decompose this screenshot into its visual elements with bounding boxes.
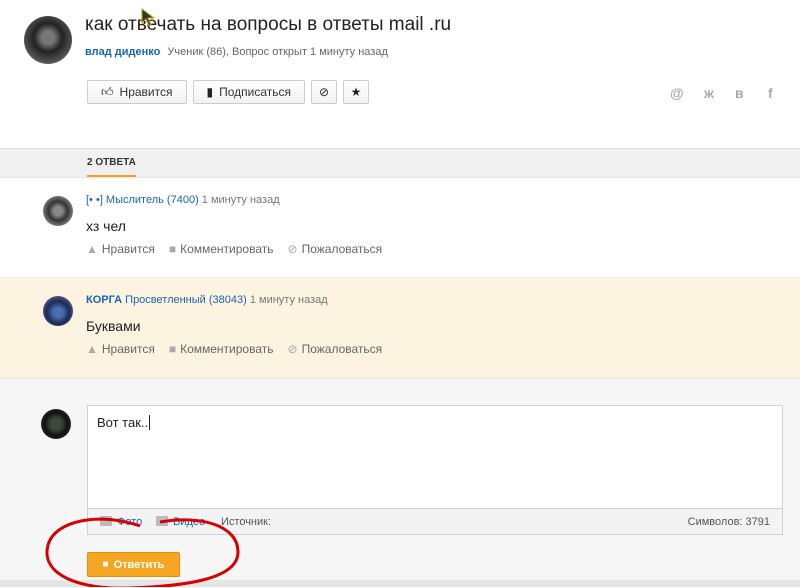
text-caret xyxy=(149,415,151,430)
answer-avatar[interactable] xyxy=(43,296,73,326)
thumbs-up-icon: ▲ xyxy=(86,242,98,256)
question-header: как отвечать на вопросы в ответы mail .r… xyxy=(0,0,800,148)
answer-meta: КОРГА Просветленный (38043) 1 минуту наз… xyxy=(86,294,328,306)
comment-icon: ■ xyxy=(102,559,109,570)
question-meta-text: Ученик (86), Вопрос открыт 1 минуту наза… xyxy=(167,46,388,58)
submit-label: Ответить xyxy=(113,558,165,571)
answer-time: 1 минуту назад xyxy=(249,294,328,306)
answer-comment-label: Комментировать xyxy=(180,242,274,256)
answer-avatar[interactable] xyxy=(43,196,73,226)
answers-tabbar: 2 ОТВЕТА xyxy=(0,148,800,177)
subscribe-button[interactable]: ▮ Подписаться xyxy=(192,80,306,104)
facebook-icon[interactable]: f xyxy=(768,85,773,101)
favorite-button[interactable]: ★ xyxy=(343,80,370,104)
answer-actions: ▲ Нравится ■ Комментировать ⊘ Пожаловаться xyxy=(86,342,382,356)
mouse-cursor-icon xyxy=(141,8,156,27)
answer-comment-label: Комментировать xyxy=(180,342,274,356)
like-label: Нравится xyxy=(119,85,173,99)
answer-report-button[interactable]: ⊘ Пожаловаться xyxy=(288,342,383,356)
reply-text-value: Вот так.. xyxy=(97,415,149,430)
page-bottom-strip xyxy=(0,580,800,587)
block-icon: ⊘ xyxy=(318,85,330,99)
photo-label: Фото xyxy=(117,516,143,528)
tab-answers[interactable]: 2 ОТВЕТА xyxy=(87,149,136,177)
report-icon: ⊘ xyxy=(287,242,298,256)
block-button[interactable]: ⊘ xyxy=(311,80,338,104)
odnoklassniki-icon[interactable]: ж xyxy=(704,85,714,101)
answer-like-button[interactable]: ▲ Нравится xyxy=(86,342,155,356)
thumbs-up-icon: 👍︎ xyxy=(101,84,114,99)
question-meta: влад диденко Ученик (86), Вопрос открыт … xyxy=(85,46,388,58)
answer-like-label: Нравится xyxy=(101,242,155,256)
photo-button[interactable]: Фото xyxy=(100,516,142,528)
answer-time: 1 минуту назад xyxy=(201,194,280,206)
star-icon: ★ xyxy=(350,85,362,99)
author-avatar[interactable] xyxy=(24,16,72,64)
answer-text: Буквами xyxy=(86,318,141,334)
answer-text: хз чел xyxy=(86,218,126,234)
submit-answer-button[interactable]: ■ Ответить xyxy=(87,552,180,577)
photo-icon xyxy=(100,516,112,526)
reply-form: Вот так.. Фото Видео Источник: Символов:… xyxy=(0,378,800,588)
reply-textarea[interactable]: Вот так.. xyxy=(87,405,783,509)
like-button[interactable]: 👍︎ Нравится xyxy=(87,80,187,104)
at-icon[interactable]: @ xyxy=(670,85,684,101)
bookmark-icon: ▮ xyxy=(206,85,214,99)
answer-comment-button[interactable]: ■ Комментировать xyxy=(169,342,274,356)
video-icon xyxy=(156,516,168,526)
video-label: Видео xyxy=(173,516,206,528)
video-button[interactable]: Видео xyxy=(156,516,205,528)
answer-report-label: Пожаловаться xyxy=(301,242,383,256)
subscribe-label: Подписаться xyxy=(219,85,292,99)
comment-icon: ■ xyxy=(168,242,177,256)
answer-like-button[interactable]: ▲ Нравится xyxy=(86,242,155,256)
comment-icon: ■ xyxy=(168,342,177,356)
answer-item: КОРГА Просветленный (38043) 1 минуту наз… xyxy=(0,277,800,379)
answer-author-link[interactable]: [• •] Мыслитель (7400) xyxy=(86,194,199,206)
thumbs-up-icon: ▲ xyxy=(86,342,98,356)
char-counter: Символов: 3791 xyxy=(687,516,770,528)
answer-comment-button[interactable]: ■ Комментировать xyxy=(169,242,274,256)
answer-like-label: Нравится xyxy=(101,342,155,356)
reply-toolbar: Фото Видео Источник: Символов: 3791 xyxy=(87,509,783,535)
answer-actions: ▲ Нравится ■ Комментировать ⊘ Пожаловаться xyxy=(86,242,382,256)
answer-report-button[interactable]: ⊘ Пожаловаться xyxy=(288,242,383,256)
source-button[interactable]: Источник: xyxy=(221,516,271,528)
answer-meta: [• •] Мыслитель (7400) 1 минуту назад xyxy=(86,194,280,206)
answer-author-link[interactable]: КОРГА xyxy=(86,294,122,306)
answer-author-rank: Просветленный (38043) xyxy=(125,294,247,306)
question-actions: 👍︎ Нравится ▮ Подписаться ⊘ ★ xyxy=(87,80,370,106)
answer-report-label: Пожаловаться xyxy=(301,342,383,356)
vk-icon[interactable]: в xyxy=(735,85,744,101)
current-user-avatar xyxy=(41,409,71,439)
answer-item: [• •] Мыслитель (7400) 1 минуту назад хз… xyxy=(0,177,800,278)
question-author-link[interactable]: влад диденко xyxy=(85,46,160,58)
report-icon: ⊘ xyxy=(287,342,298,356)
